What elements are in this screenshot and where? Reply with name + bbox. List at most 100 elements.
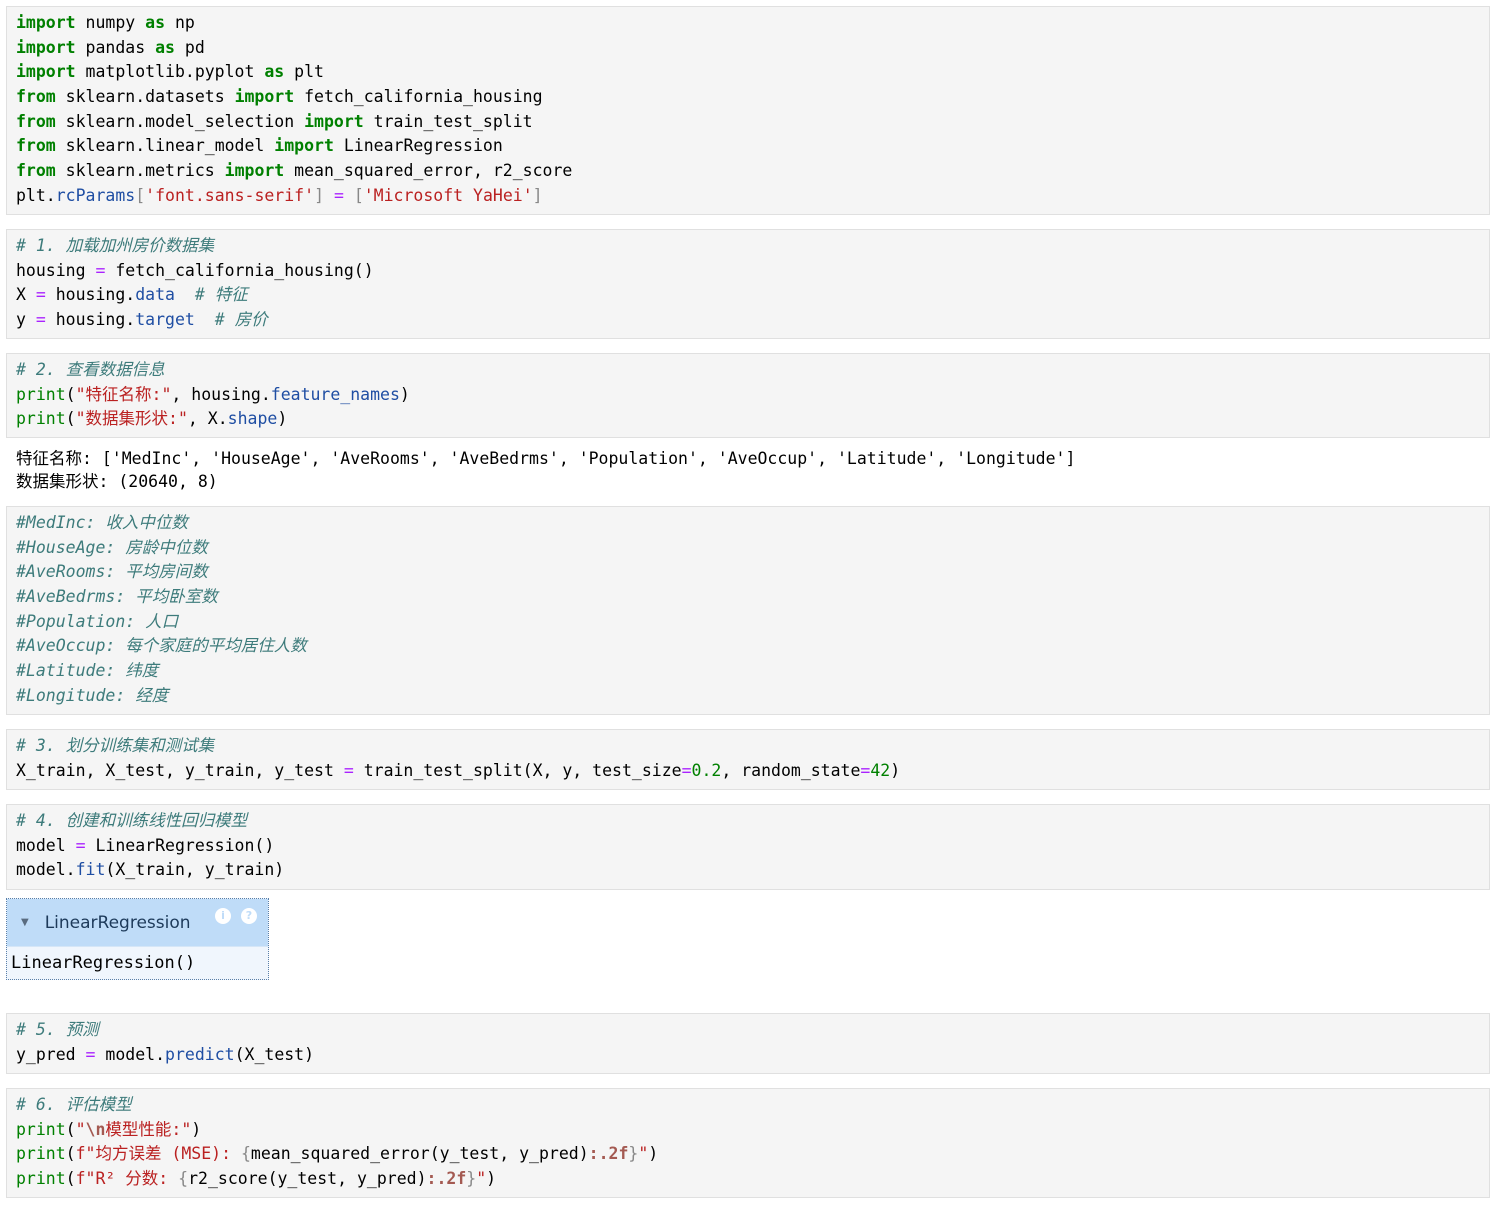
code-token: = — [95, 260, 106, 280]
code-line: #AveOccup: 每个家庭的平均居住人数 — [16, 634, 1480, 659]
code-token: { — [240, 1144, 251, 1164]
code-token: , X. — [187, 409, 228, 429]
code-token: plt. — [16, 185, 56, 205]
code-token: import — [16, 13, 76, 32]
code-cell-evaluate[interactable]: # 6. 评估模型 print("\n模型性能:") print(f"均方误差 (M… — [6, 1088, 1490, 1198]
code-token: import — [16, 37, 76, 57]
code-token: ] — [314, 185, 324, 205]
code-token: 0.2 — [691, 760, 722, 780]
code-token: pd — [174, 37, 205, 57]
code-line: #Latitude: 纬度 — [16, 659, 1480, 684]
cell-output-inspect: 特征名称: ['MedInc', 'HouseAge', 'AveRooms',… — [6, 443, 1490, 497]
code-token: ) — [486, 1169, 497, 1189]
output-line-shape: 数据集形状: (20640, 8) — [16, 472, 218, 491]
code-token: print — [16, 1169, 66, 1189]
estimator-widget-header[interactable]: ▼ LinearRegression i ? — [7, 899, 268, 946]
code-token: ( — [65, 409, 76, 429]
code-token: data — [135, 285, 175, 305]
code-cell-load-data[interactable]: # 1. 加载加州房价数据集 housing = fetch_california… — [6, 229, 1490, 339]
code-token: { — [178, 1169, 189, 1189]
code-line: print(f"R² 分数: {r2_score(y_test, y_pred)… — [16, 1167, 1480, 1192]
code-token: train_test_split — [363, 111, 533, 131]
code-token: [ — [353, 185, 364, 205]
code-token: \n — [85, 1119, 106, 1139]
code-token: 模型性能:" — [105, 1119, 192, 1139]
code-token: ( — [65, 1144, 76, 1164]
code-token: as — [264, 62, 285, 82]
code-line: print("数据集形状:", X.shape) — [16, 407, 1480, 432]
code-token: X — [16, 285, 36, 305]
code-token: ( — [65, 1119, 76, 1139]
code-token: plt — [284, 62, 324, 82]
code-cell-feature-notes[interactable]: #MedInc: 收入中位数 #HouseAge: 房龄中位数 #AveRooms:… — [6, 506, 1490, 715]
code-token: feature_names — [270, 384, 400, 404]
code-token: X_train, X_test, y_train, y_test — [16, 760, 344, 780]
code-token: , housing. — [171, 384, 271, 404]
code-line: plt.rcParams['font.sans-serif'] = ['Micr… — [16, 184, 1480, 209]
code-token: # 5. 预测 — [16, 1020, 99, 1039]
estimator-widget[interactable]: ▼ LinearRegression i ? LinearRegression(… — [6, 898, 269, 980]
code-line: #MedInc: 收入中位数 — [16, 511, 1480, 536]
code-line: import numpy as np — [16, 11, 1480, 36]
code-token: 42 — [870, 760, 891, 780]
code-token: housing — [16, 260, 96, 280]
code-token: housing. — [45, 285, 136, 305]
code-token: = — [681, 760, 692, 780]
code-token: ] — [532, 185, 543, 205]
documentation-info-icon[interactable]: i — [215, 908, 231, 924]
code-cell-imports[interactable]: import numpy as np import pandas as pd imp… — [6, 6, 1490, 215]
estimator-repr: LinearRegression() — [7, 946, 268, 980]
code-token: import — [234, 87, 295, 107]
code-token: #Longitude: 经度 — [16, 685, 169, 705]
code-cell-split[interactable]: # 3. 划分训练集和测试集 X_train, X_test, y_train, … — [6, 729, 1490, 790]
code-token: [ — [135, 185, 146, 205]
code-token: target — [135, 310, 195, 330]
code-line: from sklearn.metrics import mean_squared… — [16, 159, 1480, 184]
code-token: #AveBedrms: 平均卧室数 — [16, 587, 218, 607]
code-line: housing = fetch_california_housing() — [16, 259, 1480, 284]
code-token: "特征名称:" — [75, 384, 172, 404]
code-token: = — [860, 760, 871, 780]
triangle-down-icon[interactable]: ▼ — [21, 917, 29, 928]
code-token: :.2f — [588, 1144, 629, 1164]
code-token: import — [274, 136, 334, 156]
code-token: from — [16, 87, 56, 107]
code-token: sklearn.datasets — [55, 87, 235, 107]
code-line: from sklearn.datasets import fetch_calif… — [16, 85, 1480, 110]
code-line: #AveRooms: 平均房间数 — [16, 560, 1480, 585]
code-token: #Latitude: 纬度 — [16, 661, 159, 681]
code-line: y = housing.target # 房价 — [16, 308, 1480, 333]
code-line: #AveBedrms: 平均卧室数 — [16, 585, 1480, 610]
code-token: # 特征 — [194, 285, 248, 305]
code-cell-inspect-data[interactable]: # 2. 查看数据信息 print("特征名称:", housing.featur… — [6, 353, 1490, 438]
code-token: model. — [95, 1044, 166, 1064]
code-cell-train[interactable]: # 4. 创建和训练线性回归模型 model = LinearRegression… — [6, 804, 1490, 890]
code-cell-predict[interactable]: # 5. 预测 y_pred = model.predict(X_test) — [6, 1013, 1490, 1074]
code-token: ) — [648, 1144, 659, 1164]
output-line-feature-names: 特征名称: ['MedInc', 'HouseAge', 'AveRooms',… — [16, 449, 1076, 468]
code-token: (X_train, y_train) — [105, 860, 285, 880]
code-token: ) — [890, 760, 901, 780]
code-token: numpy — [75, 13, 146, 32]
code-token: #AveOccup: 每个家庭的平均居住人数 — [16, 636, 307, 656]
code-line: from sklearn.linear_model import LinearR… — [16, 134, 1480, 159]
code-token: (X_test) — [234, 1044, 315, 1064]
code-token: , random_state — [721, 760, 861, 780]
code-token: #HouseAge: 房龄中位数 — [16, 537, 208, 557]
estimator-widget-title: LinearRegression — [44, 912, 191, 933]
code-token: ) — [191, 1119, 202, 1139]
code-line: print("\n模型性能:") — [16, 1118, 1480, 1143]
code-token: y_pred — [16, 1044, 86, 1064]
code-token: sklearn.model_selection — [55, 111, 305, 131]
code-token: } — [628, 1144, 639, 1164]
code-token: print — [16, 409, 66, 429]
code-token: #Population: 人口 — [16, 611, 179, 631]
code-token: f"均方误差 (MSE): — [75, 1144, 241, 1164]
code-token: LinearRegression() — [85, 835, 275, 855]
fitted-status-icon[interactable]: ? — [241, 908, 257, 924]
code-line: #Longitude: 经度 — [16, 684, 1480, 709]
code-token: # 4. 创建和训练线性回归模型 — [16, 811, 248, 830]
code-line: #HouseAge: 房龄中位数 — [16, 536, 1480, 561]
